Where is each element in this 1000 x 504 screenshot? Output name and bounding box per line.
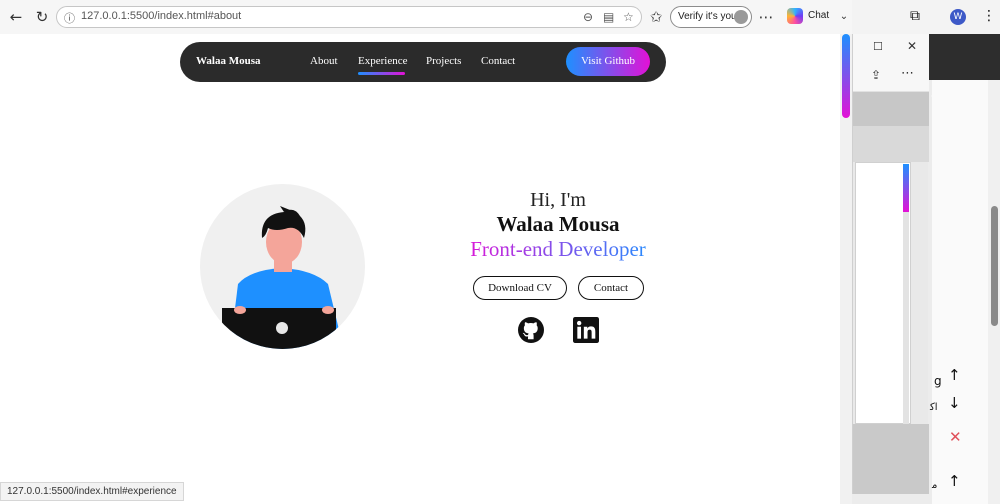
background-window-tabstrip	[852, 0, 1000, 34]
background-scrollbar[interactable]	[988, 80, 1000, 504]
contact-button[interactable]: Contact	[578, 276, 644, 300]
nav-link-contact[interactable]: Contact	[481, 55, 515, 67]
arrow-down-icon[interactable]: ↓	[948, 394, 961, 412]
extensions-icon[interactable]: ⧉	[910, 8, 920, 24]
share-icon[interactable]: ⇪	[871, 68, 881, 82]
download-cv-button[interactable]: Download CV	[473, 276, 567, 300]
floating-window-scrollbar-thumb[interactable]	[903, 164, 909, 212]
visit-github-button[interactable]: Visit Github	[566, 47, 650, 76]
github-icon[interactable]	[518, 317, 544, 343]
favorites-icon[interactable]: ✩	[646, 7, 666, 27]
window-close-icon[interactable]: ✕	[907, 39, 917, 53]
reader-mode-icon[interactable]: ▤	[603, 10, 614, 24]
floating-window-footer	[853, 424, 929, 494]
chat-label[interactable]: Chat	[808, 10, 829, 21]
floating-window-titlebar: ☐ ✕	[853, 34, 929, 62]
more-menu-icon[interactable]: ⋯	[756, 7, 776, 27]
chevron-down-icon[interactable]: ⌄	[834, 7, 854, 27]
reload-icon[interactable]: ↻	[32, 7, 52, 27]
verify-label: Verify it's you	[678, 11, 737, 22]
page-scrollbar[interactable]	[840, 34, 852, 504]
nav-link-about[interactable]: About	[310, 55, 338, 67]
floating-window-band	[853, 92, 929, 126]
favorite-star-icon[interactable]: ☆	[623, 10, 634, 24]
floating-window: ☐ ✕ ⇪ ⋯	[852, 34, 929, 494]
linkedin-icon[interactable]	[573, 317, 599, 343]
active-nav-indicator	[358, 72, 405, 75]
status-bar-url: 127.0.0.1:5500/index.html#experience	[0, 482, 184, 501]
hero-section: Hi, I'm Walaa Mousa Front-end Developer	[458, 188, 658, 262]
arrow-up-icon[interactable]: ↑	[948, 366, 961, 384]
verify-button[interactable]: Verify it's you	[670, 6, 752, 28]
floating-window-band-2	[853, 126, 929, 162]
nav-link-projects[interactable]: Projects	[426, 55, 461, 67]
background-partial-text: g	[934, 374, 942, 388]
greeting-text: Hi, I'm	[530, 189, 586, 211]
hero-name: Walaa Mousa	[496, 212, 620, 236]
browser-window: ← ↻ ⓘ 127.0.0.1:5500/index.html#about ⊖ …	[0, 0, 852, 504]
maximize-icon[interactable]: ☐	[873, 40, 883, 53]
close-icon[interactable]: ✕	[949, 428, 962, 446]
nav-link-experience[interactable]: Experience	[358, 55, 407, 67]
hero-role: Front-end Developer	[458, 236, 658, 262]
background-scrollbar-thumb[interactable]	[991, 206, 998, 326]
page-viewport: Walaa Mousa About Experience Projects Co…	[0, 34, 852, 504]
floating-window-toolbar: ⇪ ⋯	[853, 62, 929, 92]
site-navbar: Walaa Mousa About Experience Projects Co…	[180, 42, 666, 82]
arrow-up-icon-2[interactable]: ↑	[948, 472, 961, 490]
page-scrollbar-thumb[interactable]	[842, 34, 850, 118]
background-partial-text-3: ﻣ	[932, 480, 938, 491]
background-partial-text-2: ﺍﻛ	[930, 402, 938, 413]
copilot-icon[interactable]	[787, 8, 803, 24]
zoom-icon[interactable]: ⊖	[583, 10, 593, 24]
profile-illustration	[200, 184, 365, 349]
brand-name[interactable]: Walaa Mousa	[196, 55, 260, 67]
site-info-icon[interactable]: ⓘ	[64, 10, 75, 26]
more-options-icon[interactable]: ⋮	[982, 8, 996, 24]
address-bar[interactable]: ⓘ 127.0.0.1:5500/index.html#about ⊖ ▤ ☆	[56, 6, 642, 28]
browser-toolbar: ← ↻ ⓘ 127.0.0.1:5500/index.html#about ⊖ …	[0, 0, 852, 34]
address-url[interactable]: 127.0.0.1:5500/index.html#about	[81, 10, 241, 22]
user-avatar-icon	[734, 10, 748, 24]
profile-avatar[interactable]: W	[950, 9, 966, 25]
developer-illustration-icon	[222, 206, 340, 349]
back-arrow-icon[interactable]: ←	[6, 7, 26, 27]
more-horizontal-icon[interactable]: ⋯	[901, 66, 914, 81]
